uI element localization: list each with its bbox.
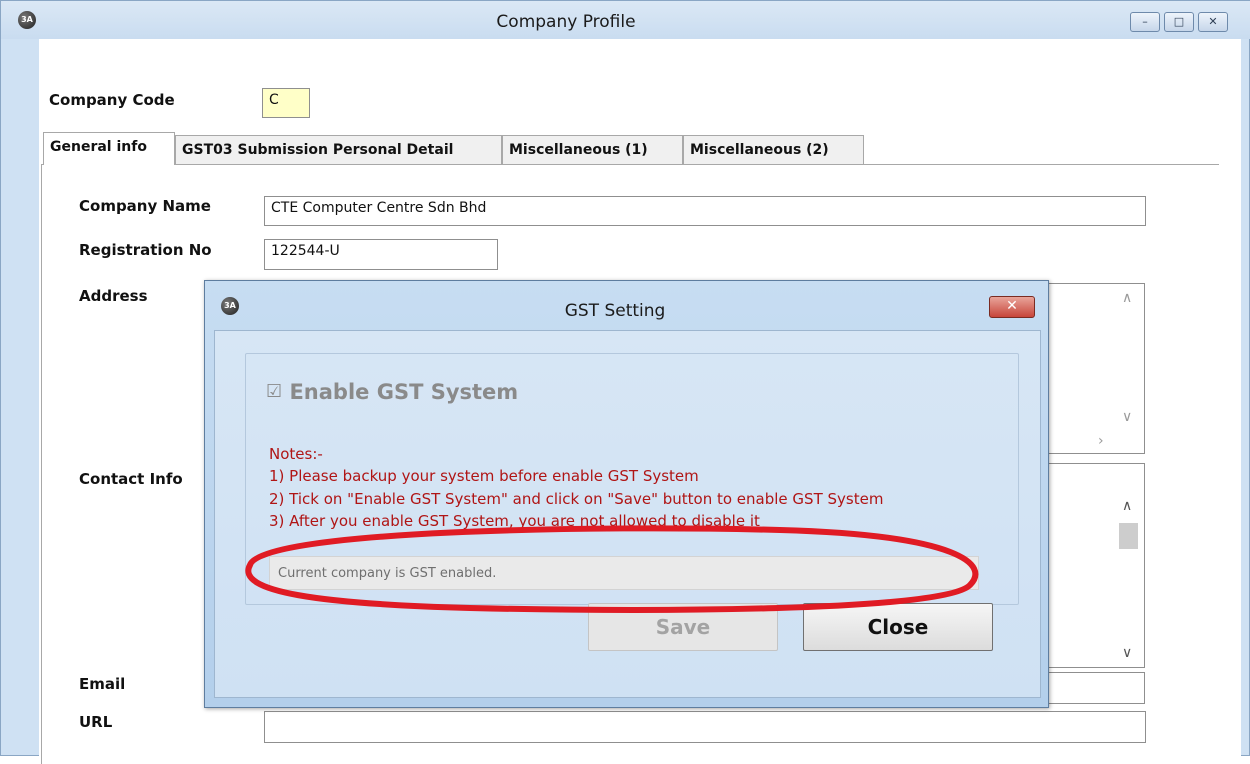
dialog-content: ☑ Enable GST System Notes:- 1) Please ba…	[214, 330, 1041, 698]
company-name-field[interactable]: CTE Computer Centre Sdn Bhd	[264, 196, 1146, 226]
dialog-title: GST Setting	[564, 301, 666, 321]
email-field[interactable]	[1041, 672, 1145, 704]
close-icon: ✕	[1208, 15, 1218, 28]
minimize-icon: –	[1142, 15, 1148, 28]
gst-groupbox: ☑ Enable GST System Notes:- 1) Please ba…	[245, 353, 1019, 605]
url-field[interactable]	[264, 711, 1146, 743]
address-label: Address	[79, 287, 148, 305]
tab-gst03-submission[interactable]: GST03 Submission Personal Detail	[175, 135, 502, 164]
note-line-2: 2) Tick on "Enable GST System" and click…	[269, 490, 884, 508]
title-bar[interactable]: 3A Company Profile – □ ✕	[1, 1, 1250, 39]
registration-no-label: Registration No	[79, 241, 212, 259]
grid-scroll-down-icon[interactable]: ∨	[1122, 645, 1132, 661]
company-code-label: Company Code	[49, 91, 175, 109]
close-icon: ✕	[1006, 298, 1018, 314]
company-name-label: Company Name	[79, 197, 211, 215]
enable-gst-label: Enable GST System	[289, 380, 519, 404]
tab-miscellaneous-1[interactable]: Miscellaneous (1)	[502, 135, 683, 164]
maximize-icon: □	[1173, 15, 1185, 28]
contact-info-grid[interactable]	[1041, 463, 1145, 668]
gst-status-text: Current company is GST enabled.	[269, 556, 979, 590]
maximize-button[interactable]: □	[1164, 12, 1194, 32]
note-line-3: 3) After you enable GST System, you are …	[269, 512, 760, 530]
company-code-field[interactable]: C	[262, 88, 310, 118]
notes-heading: Notes:-	[269, 445, 323, 463]
note-line-1: 1) Please backup your system before enab…	[269, 467, 699, 485]
close-window-button[interactable]: ✕	[1198, 12, 1228, 32]
minimize-button[interactable]: –	[1130, 12, 1160, 32]
scroll-up-icon[interactable]: ∧	[1122, 290, 1132, 306]
registration-no-field[interactable]: 122544-U	[264, 239, 498, 270]
tab-miscellaneous-2[interactable]: Miscellaneous (2)	[683, 135, 864, 164]
contact-info-label: Contact Info	[79, 470, 183, 488]
checkbox-checked-icon: ☑	[266, 381, 283, 402]
gst-setting-dialog: 3A GST Setting ✕ ☑ Enable GST System Not…	[204, 280, 1049, 708]
email-label: Email	[79, 675, 126, 693]
address-field[interactable]	[1041, 283, 1145, 454]
scroll-down-icon[interactable]: ∨	[1122, 409, 1132, 425]
url-label: URL	[79, 713, 113, 731]
save-button[interactable]: Save	[588, 603, 778, 651]
tab-general-info[interactable]: General info	[43, 132, 175, 165]
dialog-close-button[interactable]: ✕	[989, 296, 1035, 318]
enable-gst-checkbox[interactable]: ☑ Enable GST System	[266, 380, 518, 404]
close-button[interactable]: Close	[803, 603, 993, 651]
scroll-right-icon[interactable]: ›	[1098, 433, 1104, 449]
grid-scroll-up-icon[interactable]: ∧	[1122, 498, 1132, 514]
window-title: Company Profile	[496, 12, 636, 32]
grid-scrollbar-thumb[interactable]	[1119, 523, 1138, 549]
